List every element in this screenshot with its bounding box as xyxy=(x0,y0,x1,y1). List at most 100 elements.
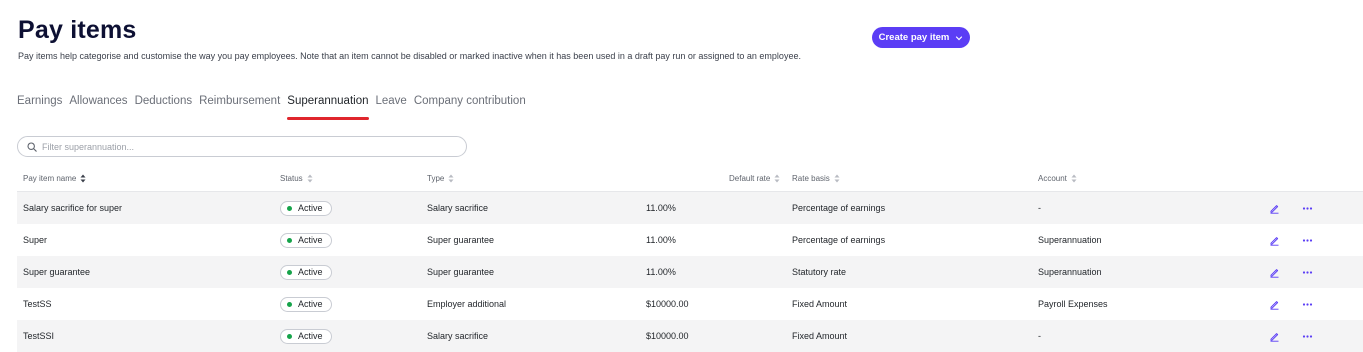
account: Superannuation xyxy=(1038,235,1102,245)
page-subtitle: Pay items help categorise and customise … xyxy=(18,51,801,61)
status-badge: Active xyxy=(280,232,332,248)
sort-icon xyxy=(448,174,454,183)
create-pay-item-button[interactable]: Create pay item xyxy=(872,27,970,48)
column-header-rate-basis[interactable]: Rate basis xyxy=(792,174,840,183)
create-pay-item-label: Create pay item xyxy=(878,32,950,43)
column-header-type[interactable]: Type xyxy=(427,174,454,183)
pencil-icon xyxy=(1270,332,1278,342)
status-label: Active xyxy=(298,331,323,341)
status-cell: Active xyxy=(280,256,332,288)
rate-basis: Fixed Amount xyxy=(792,299,848,309)
search-icon xyxy=(27,141,37,152)
column-header-account-label: Account xyxy=(1038,174,1067,183)
more-options-button[interactable] xyxy=(1300,201,1314,215)
pay-item-tabs: Earnings Allowances Deductions Reimburse… xyxy=(17,95,533,120)
column-header-type-label: Type xyxy=(427,174,445,183)
column-header-rate-basis-label: Rate basis xyxy=(792,174,830,183)
tab-reimbursement[interactable]: Reimbursement xyxy=(199,95,280,119)
rate-basis: Fixed Amount xyxy=(792,331,848,341)
column-header-name[interactable]: Pay item name xyxy=(23,174,86,183)
pencil-icon xyxy=(1270,236,1278,246)
column-header-account[interactable]: Account xyxy=(1038,174,1077,183)
chevron-down-icon xyxy=(956,35,963,40)
pay-item-type: Super guarantee xyxy=(427,235,495,245)
rate-basis: Percentage of earnings xyxy=(792,203,886,213)
more-options-button[interactable] xyxy=(1300,297,1314,311)
pay-item-type: Salary sacrifice xyxy=(427,203,489,213)
table-row[interactable]: Super guarantee Active Super guarantee 1… xyxy=(17,256,1363,288)
table-header: Pay item name Status Type Default rate R… xyxy=(17,168,1363,192)
status-badge: Active xyxy=(280,296,332,312)
account: Superannuation xyxy=(1038,267,1102,277)
column-header-default-rate[interactable]: Default rate xyxy=(729,174,780,183)
status-dot xyxy=(287,333,292,339)
status-dot xyxy=(287,269,292,275)
table-row[interactable]: TestSS Active Employer additional $10000… xyxy=(17,288,1363,320)
tab-superannuation[interactable]: Superannuation xyxy=(287,95,369,120)
table-row[interactable]: Super Active Super guarantee 11.00% Perc… xyxy=(17,224,1363,256)
tab-earnings[interactable]: Earnings xyxy=(17,95,62,119)
pay-item-name: TestSSI xyxy=(23,331,55,341)
account: - xyxy=(1038,331,1041,341)
tab-company-contribution[interactable]: Company contribution xyxy=(414,95,526,119)
pencil-icon xyxy=(1270,204,1278,214)
column-header-name-label: Pay item name xyxy=(23,174,77,183)
filter-box xyxy=(17,136,467,157)
more-options-button[interactable] xyxy=(1300,265,1314,279)
edit-button[interactable] xyxy=(1267,201,1281,215)
account: - xyxy=(1038,203,1041,213)
tab-allowances[interactable]: Allowances xyxy=(69,95,127,119)
pencil-icon xyxy=(1270,300,1278,310)
column-header-status-label: Status xyxy=(280,174,303,183)
status-badge: Active xyxy=(280,328,332,344)
more-horizontal-icon xyxy=(1302,270,1312,274)
default-rate: $10000.00 xyxy=(646,331,689,341)
pay-item-type: Super guarantee xyxy=(427,267,495,277)
tab-leave[interactable]: Leave xyxy=(376,95,407,119)
pay-item-name: Super guarantee xyxy=(23,267,91,277)
pay-item-type: Salary sacrifice xyxy=(427,331,489,341)
pay-item-type: Employer additional xyxy=(427,299,507,309)
more-options-button[interactable] xyxy=(1300,329,1314,343)
rate-basis: Percentage of earnings xyxy=(792,235,886,245)
default-rate: $10000.00 xyxy=(646,299,689,309)
account: Payroll Expenses xyxy=(1038,299,1108,309)
status-cell: Active xyxy=(280,192,332,224)
more-horizontal-icon xyxy=(1302,302,1312,306)
status-cell: Active xyxy=(280,288,332,320)
more-horizontal-icon xyxy=(1302,206,1312,210)
page-title: Pay items xyxy=(18,16,137,44)
column-header-status[interactable]: Status xyxy=(280,174,313,183)
pay-item-name: Salary sacrifice for super xyxy=(23,203,123,213)
edit-button[interactable] xyxy=(1267,297,1281,311)
sort-icon xyxy=(1071,174,1077,183)
default-rate: 11.00% xyxy=(646,235,676,245)
sort-icon xyxy=(774,174,780,183)
status-label: Active xyxy=(298,235,323,245)
pay-item-name: TestSS xyxy=(23,299,52,309)
edit-button[interactable] xyxy=(1267,233,1281,247)
status-dot xyxy=(287,237,292,243)
more-options-button[interactable] xyxy=(1300,233,1314,247)
status-label: Active xyxy=(298,203,323,213)
sort-icon xyxy=(307,174,313,183)
pencil-icon xyxy=(1270,268,1278,278)
table-row[interactable]: Salary sacrifice for super Active Salary… xyxy=(17,192,1363,224)
edit-button[interactable] xyxy=(1267,329,1281,343)
status-label: Active xyxy=(298,267,323,277)
sort-icon xyxy=(834,174,840,183)
default-rate: 11.00% xyxy=(646,203,676,213)
filter-superannuation-input[interactable] xyxy=(42,141,442,152)
more-horizontal-icon xyxy=(1302,238,1312,242)
rate-basis: Statutory rate xyxy=(792,267,847,277)
more-horizontal-icon xyxy=(1302,334,1312,338)
status-badge: Active xyxy=(280,264,332,280)
pay-item-name: Super xyxy=(23,235,48,245)
status-dot xyxy=(287,205,292,211)
tab-deductions[interactable]: Deductions xyxy=(135,95,193,119)
column-header-default-rate-label: Default rate xyxy=(729,174,771,183)
sort-icon xyxy=(80,174,86,183)
status-cell: Active xyxy=(280,224,332,256)
table-row[interactable]: TestSSI Active Salary sacrifice $10000.0… xyxy=(17,320,1363,352)
edit-button[interactable] xyxy=(1267,265,1281,279)
